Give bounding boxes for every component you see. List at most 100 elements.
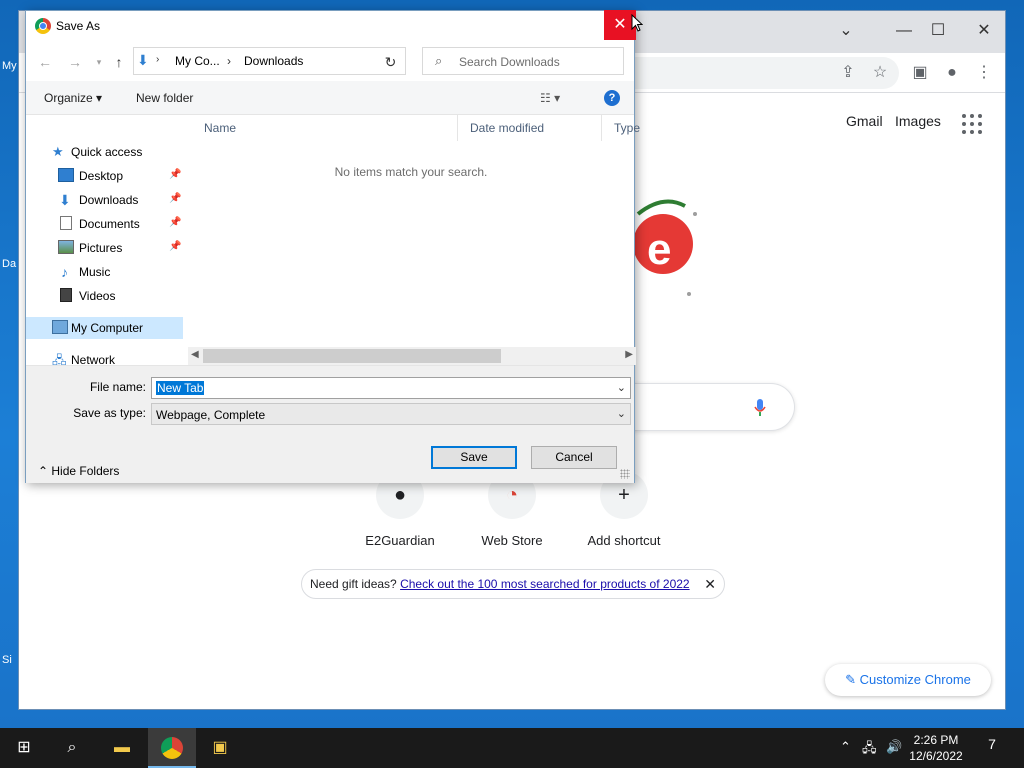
save-as-type-value: Webpage, Complete	[156, 408, 266, 422]
desktop-icon-label[interactable]: Si	[2, 654, 12, 666]
save-as-dialog: Save As ✕ ← → ▾ ↑ ⬇ › My Co... › Downloa…	[25, 10, 640, 483]
nav-item-pictures[interactable]: Pictures 📌	[26, 237, 183, 259]
promo-link[interactable]: Check out the 100 most searched for prod…	[400, 577, 690, 591]
scroll-left-arrow-icon[interactable]: ◀	[191, 349, 199, 360]
cancel-button[interactable]: Cancel	[531, 446, 617, 469]
taskbar-clock[interactable]: 2:26 PM 12/6/2022	[906, 732, 966, 764]
volume-icon[interactable]: 🔊	[886, 739, 902, 755]
nav-item-music[interactable]: ♪ Music	[26, 261, 183, 283]
close-window-button[interactable]: ✕	[969, 17, 999, 45]
pencil-icon: ✎	[845, 672, 860, 687]
notification-count: 7	[988, 736, 996, 752]
nav-item-my-computer[interactable]: My Computer	[26, 317, 183, 339]
chrome-logo-icon	[35, 18, 51, 34]
download-icon: ⬇	[59, 192, 71, 208]
nav-item-downloads[interactable]: ⬇ Downloads 📌	[26, 189, 183, 211]
google-search-box[interactable]	[619, 383, 795, 431]
nav-item-documents[interactable]: Documents 📌	[26, 213, 183, 235]
dialog-bottom-panel: File name: New Tab ⌄ Save as type: Webpa…	[26, 365, 634, 483]
navigation-pane: ★ Quick access Desktop 📌 ⬇ Downloads 📌 D…	[26, 115, 188, 368]
file-explorer-icon[interactable]: ▬	[98, 728, 146, 768]
close-icon[interactable]: ✕	[704, 570, 716, 598]
breadcrumb-separator-icon: ›	[156, 54, 160, 65]
nav-label: Videos	[79, 289, 116, 303]
horizontal-scrollbar[interactable]: ◀ ▶	[188, 347, 636, 365]
file-name-label: File name:	[89, 380, 146, 394]
nav-item-desktop[interactable]: Desktop 📌	[26, 165, 183, 187]
breadcrumb-item[interactable]: Downloads	[244, 54, 303, 68]
dialog-titlebar[interactable]: Save As ✕	[26, 10, 636, 41]
shortcut-label: Web Store	[481, 533, 543, 548]
column-header-type[interactable]: Type	[602, 115, 640, 141]
chevron-down-icon[interactable]: ⌄	[617, 407, 626, 420]
nav-label: Downloads	[79, 193, 139, 207]
gmail-link[interactable]: Gmail	[846, 113, 883, 129]
minimize-button[interactable]: —	[889, 17, 919, 45]
chrome-taskbar-icon[interactable]	[148, 728, 196, 768]
desktop-icon-label[interactable]: Da	[2, 258, 16, 270]
address-breadcrumb[interactable]: ⬇ › My Co... › Downloads ⌄	[133, 47, 401, 75]
bookmark-star-icon[interactable]: ☆	[868, 61, 892, 85]
nav-label: Quick access	[71, 145, 143, 159]
scrollbar-thumb[interactable]	[203, 349, 501, 363]
forward-arrow-icon[interactable]: →	[66, 53, 84, 71]
search-downloads-input[interactable]: ⌕ Search Downloads	[422, 47, 624, 75]
breadcrumb-item[interactable]: My Co...	[175, 54, 220, 68]
side-panel-icon[interactable]: ▣	[908, 61, 932, 85]
nav-item-quick-access[interactable]: ★ Quick access	[26, 141, 183, 163]
scroll-right-arrow-icon[interactable]: ▶	[625, 349, 633, 360]
save-button[interactable]: Save	[431, 446, 517, 469]
menu-kebab-icon[interactable]: ⋮	[972, 61, 996, 85]
google-apps-icon[interactable]	[962, 114, 982, 134]
doodle-ornament-icon[interactable]: e	[633, 194, 713, 304]
save-as-type-label: Save as type:	[73, 406, 146, 420]
tray-chevron-up-icon[interactable]: ⌃	[840, 739, 851, 755]
file-name-input[interactable]: New Tab ⌄	[151, 377, 631, 399]
pin-icon: 📌	[169, 241, 182, 252]
nav-item-videos[interactable]: Videos	[26, 285, 183, 307]
chevron-down-icon[interactable]: ⌄	[617, 381, 626, 394]
profile-avatar-icon[interactable]: ●	[940, 61, 964, 85]
share-icon[interactable]: ⇪	[836, 61, 860, 85]
notifications-icon[interactable]: 7	[980, 736, 1004, 760]
desktop-icon-label[interactable]: My	[2, 60, 17, 72]
resize-grip[interactable]	[620, 469, 630, 479]
desktop-icon	[58, 168, 74, 182]
download-icon: ⬇	[137, 52, 149, 68]
maximize-button[interactable]: ☐	[923, 17, 953, 45]
windows-start-icon[interactable]: ⊞	[0, 728, 48, 768]
documents-icon	[60, 216, 72, 230]
save-as-type-select[interactable]: Webpage, Complete ⌄	[151, 403, 631, 425]
taskbar: ⊞ ⌕ ▬ ▣ ⌃ 🖧 🔊 2:26 PM 12/6/2022 7	[0, 728, 1024, 768]
hide-folders-label: Hide Folders	[51, 464, 120, 478]
breadcrumb-separator-icon: ›	[227, 54, 231, 68]
app-taskbar-icon[interactable]: ▣	[196, 728, 244, 768]
chevron-up-icon: ⌃	[38, 464, 52, 478]
hide-folders-toggle[interactable]: ⌃ Hide Folders	[38, 464, 119, 478]
tab-search-icon[interactable]: ⌄	[831, 17, 861, 45]
mic-icon[interactable]	[753, 398, 767, 418]
new-folder-button[interactable]: New folder	[136, 91, 193, 105]
column-header-date-modified[interactable]: Date modified	[458, 115, 602, 141]
clock-time: 2:26 PM	[913, 733, 959, 747]
svg-text:e: e	[647, 225, 671, 274]
network-tray-icon[interactable]: 🖧	[862, 739, 877, 761]
recent-locations-chevron-icon[interactable]: ▾	[90, 53, 108, 71]
pin-icon: 📌	[169, 193, 182, 204]
refresh-icon[interactable]: ↻	[376, 47, 406, 75]
nav-label: Pictures	[79, 241, 123, 255]
organize-menu[interactable]: Organize ▾	[44, 91, 102, 105]
nav-label: My Computer	[71, 321, 144, 335]
up-arrow-icon[interactable]: ↑	[110, 53, 128, 71]
search-placeholder: Search Downloads	[459, 55, 560, 69]
customize-chrome-button[interactable]: ✎ Customize Chrome	[825, 664, 991, 696]
images-link[interactable]: Images	[895, 113, 941, 129]
customize-label: Customize Chrome	[859, 672, 971, 687]
view-options-icon[interactable]: ☷ ▾	[540, 91, 560, 105]
command-bar: Organize ▾ New folder ☷ ▾ ?	[26, 81, 634, 115]
column-header-name[interactable]: Name	[192, 115, 458, 141]
back-arrow-icon[interactable]: ←	[36, 53, 54, 71]
search-icon[interactable]: ⌕	[48, 728, 96, 768]
chrome-logo-icon	[161, 737, 183, 759]
help-icon[interactable]: ?	[604, 90, 620, 106]
